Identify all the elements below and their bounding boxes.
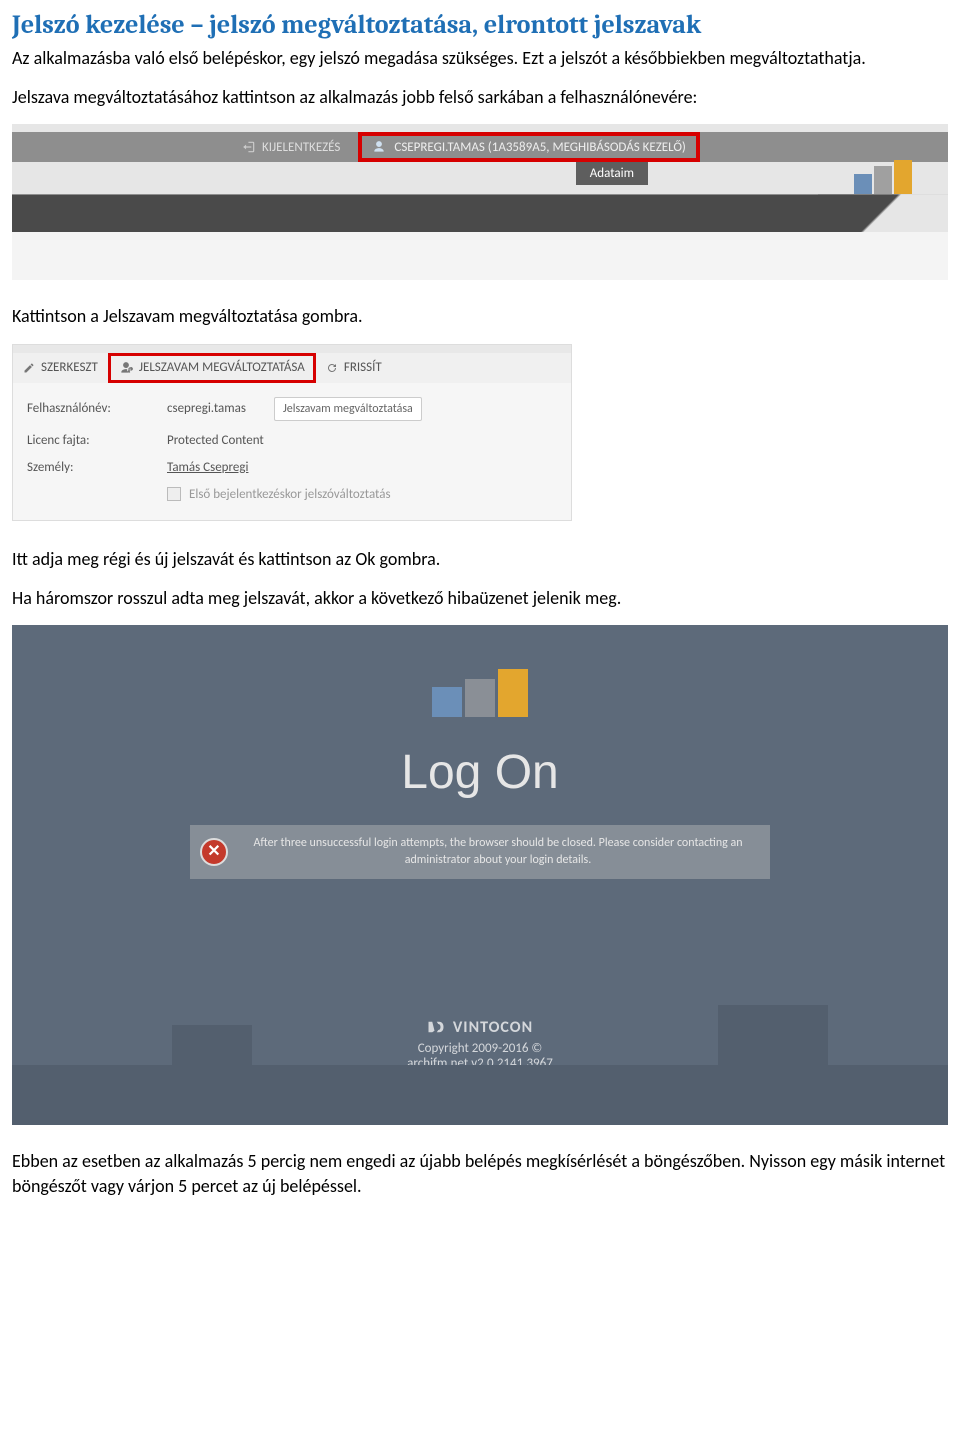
screenshot-login-error: Log On ✕ After three unsuccessful login … <box>12 625 948 1125</box>
page-title: Jelszó kezelése – jelszó megváltoztatása… <box>12 10 948 40</box>
change-password-label: JELSZAVAM MEGVÁLTOZTATÁSA <box>139 360 305 375</box>
first-login-checkbox[interactable] <box>167 487 181 501</box>
user-menu-highlighted[interactable]: CSEPREGI.TAMAS (1A3589A5, MEGHIBÁSODÁS K… <box>358 132 699 162</box>
login-error-banner: ✕ After three unsuccessful login attempt… <box>190 825 770 879</box>
edit-button[interactable]: SZERKESZT <box>13 353 108 383</box>
paragraph-5: Ha háromszor rosszul adta meg jelszavát,… <box>12 586 948 611</box>
paragraph-6: Ebben az esetben az alkalmazás 5 percig … <box>12 1149 948 1199</box>
logout-button[interactable]: KIJELENTKEZÉS <box>242 140 340 155</box>
logout-label: KIJELENTKEZÉS <box>262 140 340 155</box>
field-label-username: Felhasználónév: <box>27 401 167 416</box>
field-value-license: Protected Content <box>167 433 264 448</box>
skyline-decoration <box>12 1065 948 1125</box>
person-key-icon <box>119 361 133 375</box>
paragraph-4: Itt adja meg régi és új jelszavát és kat… <box>12 547 948 572</box>
field-value-username: csepregi.tamas <box>167 401 246 416</box>
refresh-icon <box>326 362 338 374</box>
brand-mark-icon <box>427 1020 445 1034</box>
login-logo-icon <box>432 669 528 717</box>
refresh-button[interactable]: FRISSÍT <box>316 353 392 383</box>
screenshot-password-change-toolbar: SZERKESZT JELSZAVAM MEGVÁLTOZTATÁSA FRIS… <box>12 344 572 521</box>
tab-adataim[interactable]: Adataim <box>576 162 648 185</box>
field-label-person: Személy: <box>27 460 167 475</box>
screenshot-user-menu: KIJELENTKEZÉS CSEPREGI.TAMAS (1A3589A5, … <box>12 124 948 280</box>
person-icon <box>372 140 386 154</box>
tooltip-change-password: Jelszavam megváltoztatása <box>274 397 422 421</box>
error-icon: ✕ <box>200 838 228 866</box>
field-label-license: Licenc fajta: <box>27 433 167 448</box>
logout-icon <box>242 140 256 154</box>
edit-label: SZERKESZT <box>41 360 98 375</box>
login-error-text: After three unsuccessful login attempts,… <box>253 836 742 867</box>
change-password-button-highlighted[interactable]: JELSZAVAM MEGVÁLTOZTATÁSA <box>108 353 316 383</box>
refresh-label: FRISSÍT <box>344 360 382 375</box>
paragraph-3: Kattintson a Jelszavam megváltoztatása g… <box>12 304 948 329</box>
user-menu-label: CSEPREGI.TAMAS (1A3589A5, MEGHIBÁSODÁS K… <box>394 140 685 155</box>
login-title: Log On <box>12 745 948 800</box>
first-login-checkbox-label: Első bejelentkezéskor jelszóváltoztatás <box>189 487 391 502</box>
pencil-icon <box>23 362 35 374</box>
paragraph-1: Az alkalmazásba való első belépéskor, eg… <box>12 46 948 71</box>
brand-name: VINTOCON <box>453 1018 533 1037</box>
field-value-person-link[interactable]: Tamás Csepregi <box>167 460 248 475</box>
paragraph-2: Jelszava megváltoztatásához kattintson a… <box>12 85 948 110</box>
